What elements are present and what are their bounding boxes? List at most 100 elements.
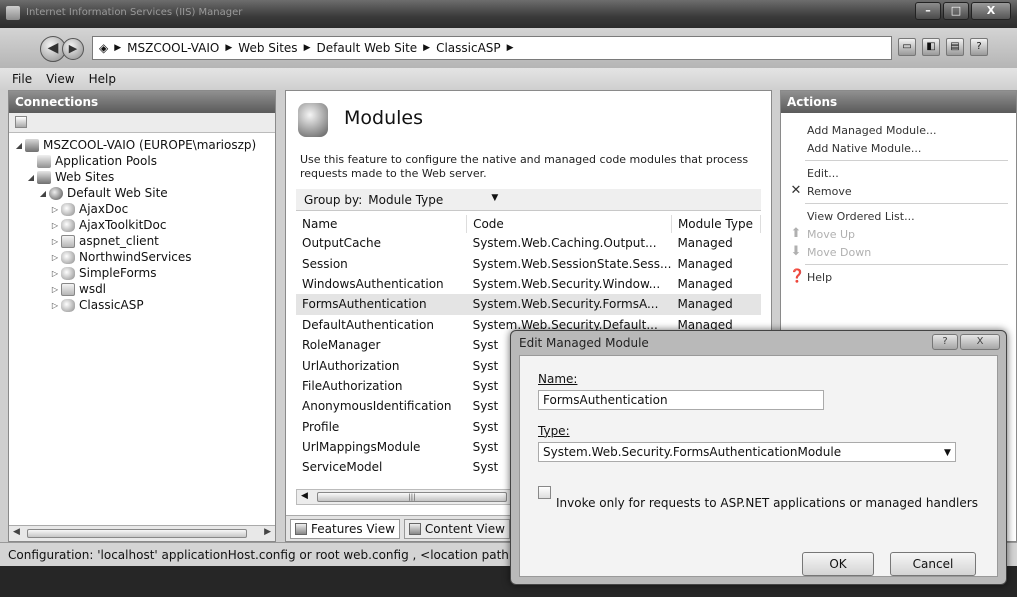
feature-description: Use this feature to configure the native… bbox=[300, 153, 749, 180]
type-field[interactable]: System.Web.Security.FormsAuthenticationM… bbox=[538, 442, 956, 462]
maximize-button[interactable]: □ bbox=[943, 2, 969, 20]
expand-arrow-icon[interactable]: ▷ bbox=[49, 221, 61, 230]
action-edit[interactable]: Edit... bbox=[781, 164, 1016, 182]
menu-item-help[interactable]: Help bbox=[89, 72, 116, 86]
group-by-label: Group by: bbox=[304, 192, 363, 207]
connect-icon[interactable]: ▭ bbox=[898, 38, 916, 56]
scroll-left-icon[interactable]: ◀ bbox=[301, 491, 308, 501]
type-label: Type: bbox=[538, 424, 570, 438]
breadcrumb-separator-icon[interactable]: ▶ bbox=[304, 43, 311, 53]
expand-arrow-icon[interactable]: ▷ bbox=[49, 269, 61, 278]
connect-to-server-icon[interactable] bbox=[15, 116, 27, 128]
application-icon bbox=[61, 250, 75, 264]
menu-item-view[interactable]: View bbox=[46, 72, 74, 86]
action-view-ordered-list[interactable]: View Ordered List... bbox=[781, 207, 1016, 225]
breadcrumb-separator-icon[interactable]: ▶ bbox=[423, 43, 430, 53]
column-header-code[interactable]: Code bbox=[466, 215, 672, 233]
cell-module-type: Managed bbox=[677, 236, 733, 251]
modules-feature-icon bbox=[298, 103, 328, 137]
action-help[interactable]: ❓ Help bbox=[781, 268, 1016, 286]
refresh-icon[interactable]: ◧ bbox=[922, 38, 940, 56]
tree-node[interactable]: ◢ Default Web Site bbox=[13, 185, 275, 201]
cancel-button[interactable]: Cancel bbox=[890, 552, 976, 576]
expand-arrow-icon[interactable]: ▷ bbox=[49, 205, 61, 214]
cell-module-type: Managed bbox=[671, 294, 761, 315]
ok-button[interactable]: OK bbox=[802, 552, 874, 576]
scroll-right-icon[interactable]: ▶ bbox=[264, 527, 271, 537]
group-by-select[interactable]: Module Type ▼ bbox=[368, 193, 498, 207]
expand-arrow-icon[interactable]: ▷ bbox=[49, 237, 61, 246]
expand-arrow-icon[interactable]: ▷ bbox=[49, 253, 61, 262]
dialog-help-button[interactable]: ? bbox=[932, 334, 958, 350]
folder-icon bbox=[61, 282, 75, 296]
close-button[interactable]: X bbox=[971, 2, 1011, 20]
action-label: Add Native Module... bbox=[807, 141, 922, 155]
cell-name: FormsAuthentication bbox=[296, 294, 467, 315]
page-icon[interactable]: ▤ bbox=[946, 38, 964, 56]
tree-node-label: SimpleForms bbox=[79, 266, 157, 280]
connections-hscrollbar[interactable]: ◀ ▶ bbox=[9, 525, 275, 541]
tab-content-view[interactable]: Content View bbox=[403, 518, 510, 539]
breadcrumb-separator-icon[interactable]: ▶ bbox=[225, 43, 232, 53]
tree-node[interactable]: ▷ wsdl bbox=[13, 281, 275, 297]
expand-arrow-icon[interactable]: ◢ bbox=[13, 141, 25, 150]
expand-arrow-icon[interactable]: ▷ bbox=[49, 301, 61, 310]
breadcrumb-item[interactable]: MSZCOOL-VAIO bbox=[127, 41, 219, 55]
group-by-value: Module Type bbox=[368, 192, 444, 207]
tree-node[interactable]: ▷ SimpleForms bbox=[13, 265, 275, 281]
invoke-only-checkbox[interactable] bbox=[538, 486, 551, 499]
address-bar[interactable]: ◈ ▶ MSZCOOL-VAIO ▶ Web Sites ▶ Default Web S… bbox=[92, 36, 892, 60]
expand-arrow-icon[interactable]: ◢ bbox=[25, 173, 37, 182]
action-add-managed-module[interactable]: Add Managed Module... bbox=[781, 121, 1016, 139]
table-row[interactable]: Session System.Web.SessionState.Sess... Ma… bbox=[296, 253, 761, 273]
scroll-thumb[interactable]: ||| bbox=[317, 492, 507, 502]
tree-node[interactable]: ◢ Web Sites bbox=[13, 169, 275, 185]
tree-node[interactable]: ▷ AjaxDoc bbox=[13, 201, 275, 217]
tree-node[interactable]: ▷ AjaxToolkitDoc bbox=[13, 217, 275, 233]
action-label: Move Up bbox=[807, 227, 856, 241]
action-move-down: ⬇ Move Down bbox=[781, 243, 1016, 261]
table-row[interactable]: WindowsAuthentication System.Web.Security… bbox=[296, 274, 761, 294]
tree-node[interactable]: Application Pools bbox=[13, 153, 275, 169]
features-view-icon bbox=[295, 522, 307, 535]
scroll-thumb[interactable] bbox=[27, 529, 247, 538]
cell-name: ServiceModel bbox=[302, 460, 383, 475]
connections-tree: ◢ MSZCOOL-VAIO (EUROPE\marioszp) Applicati… bbox=[9, 133, 275, 313]
actions-title: Actions bbox=[781, 91, 1016, 113]
scroll-left-icon[interactable]: ◀ bbox=[13, 527, 20, 537]
chevron-down-icon: ▼ bbox=[491, 192, 499, 203]
chevron-down-icon[interactable]: ▼ bbox=[944, 448, 951, 458]
name-field[interactable]: FormsAuthentication bbox=[538, 390, 824, 410]
column-header-name[interactable]: Name bbox=[296, 215, 468, 233]
cell-code: System.Web.Security.Window... bbox=[472, 276, 661, 291]
table-row[interactable]: OutputCache System.Web.Caching.Output... M… bbox=[296, 233, 761, 253]
breadcrumb-item[interactable]: Web Sites bbox=[238, 41, 297, 55]
breadcrumb-separator-icon[interactable]: ▶ bbox=[507, 43, 514, 53]
minimize-button[interactable]: – bbox=[915, 2, 941, 20]
tree-node[interactable]: ▷ aspnet_client bbox=[13, 233, 275, 249]
tab-features-view[interactable]: Features View bbox=[290, 518, 400, 539]
cell-module-type: Managed bbox=[677, 276, 733, 291]
grid-header-row: Name Code Module Type bbox=[296, 215, 762, 233]
group-by-bar: Group by: Module Type ▼ bbox=[296, 189, 761, 211]
tree-node[interactable]: ▷ ClassicASP bbox=[13, 297, 275, 313]
help-dropdown-icon[interactable]: ? bbox=[970, 38, 988, 56]
tree-node-label: MSZCOOL-VAIO (EUROPE\marioszp) bbox=[43, 138, 257, 152]
expand-arrow-icon[interactable]: ◢ bbox=[37, 189, 49, 198]
cell-name: DefaultAuthentication bbox=[302, 317, 434, 332]
column-header-module-type[interactable]: Module Type bbox=[671, 215, 762, 233]
expand-arrow-icon[interactable]: ▷ bbox=[49, 285, 61, 294]
breadcrumb-item[interactable]: ClassicASP bbox=[436, 41, 501, 55]
forward-arrow-icon: ▶ bbox=[68, 42, 78, 55]
menu-item-file[interactable]: File bbox=[12, 72, 32, 86]
help-icon: ❓ bbox=[789, 269, 806, 284]
tree-node[interactable]: ▷ NorthwindServices bbox=[13, 249, 275, 265]
tree-node[interactable]: ◢ MSZCOOL-VAIO (EUROPE\marioszp) bbox=[13, 137, 275, 153]
action-remove[interactable]: ✕ Remove bbox=[781, 182, 1016, 200]
dialog-close-button[interactable]: X bbox=[960, 334, 1000, 350]
action-add-native-module[interactable]: Add Native Module... bbox=[781, 139, 1016, 157]
table-row[interactable]: FormsAuthentication System.Web.Security.F… bbox=[296, 294, 761, 315]
breadcrumb-item[interactable]: Default Web Site bbox=[316, 41, 417, 55]
forward-button[interactable]: ▶ bbox=[62, 38, 84, 60]
app-pool-icon bbox=[37, 154, 51, 168]
